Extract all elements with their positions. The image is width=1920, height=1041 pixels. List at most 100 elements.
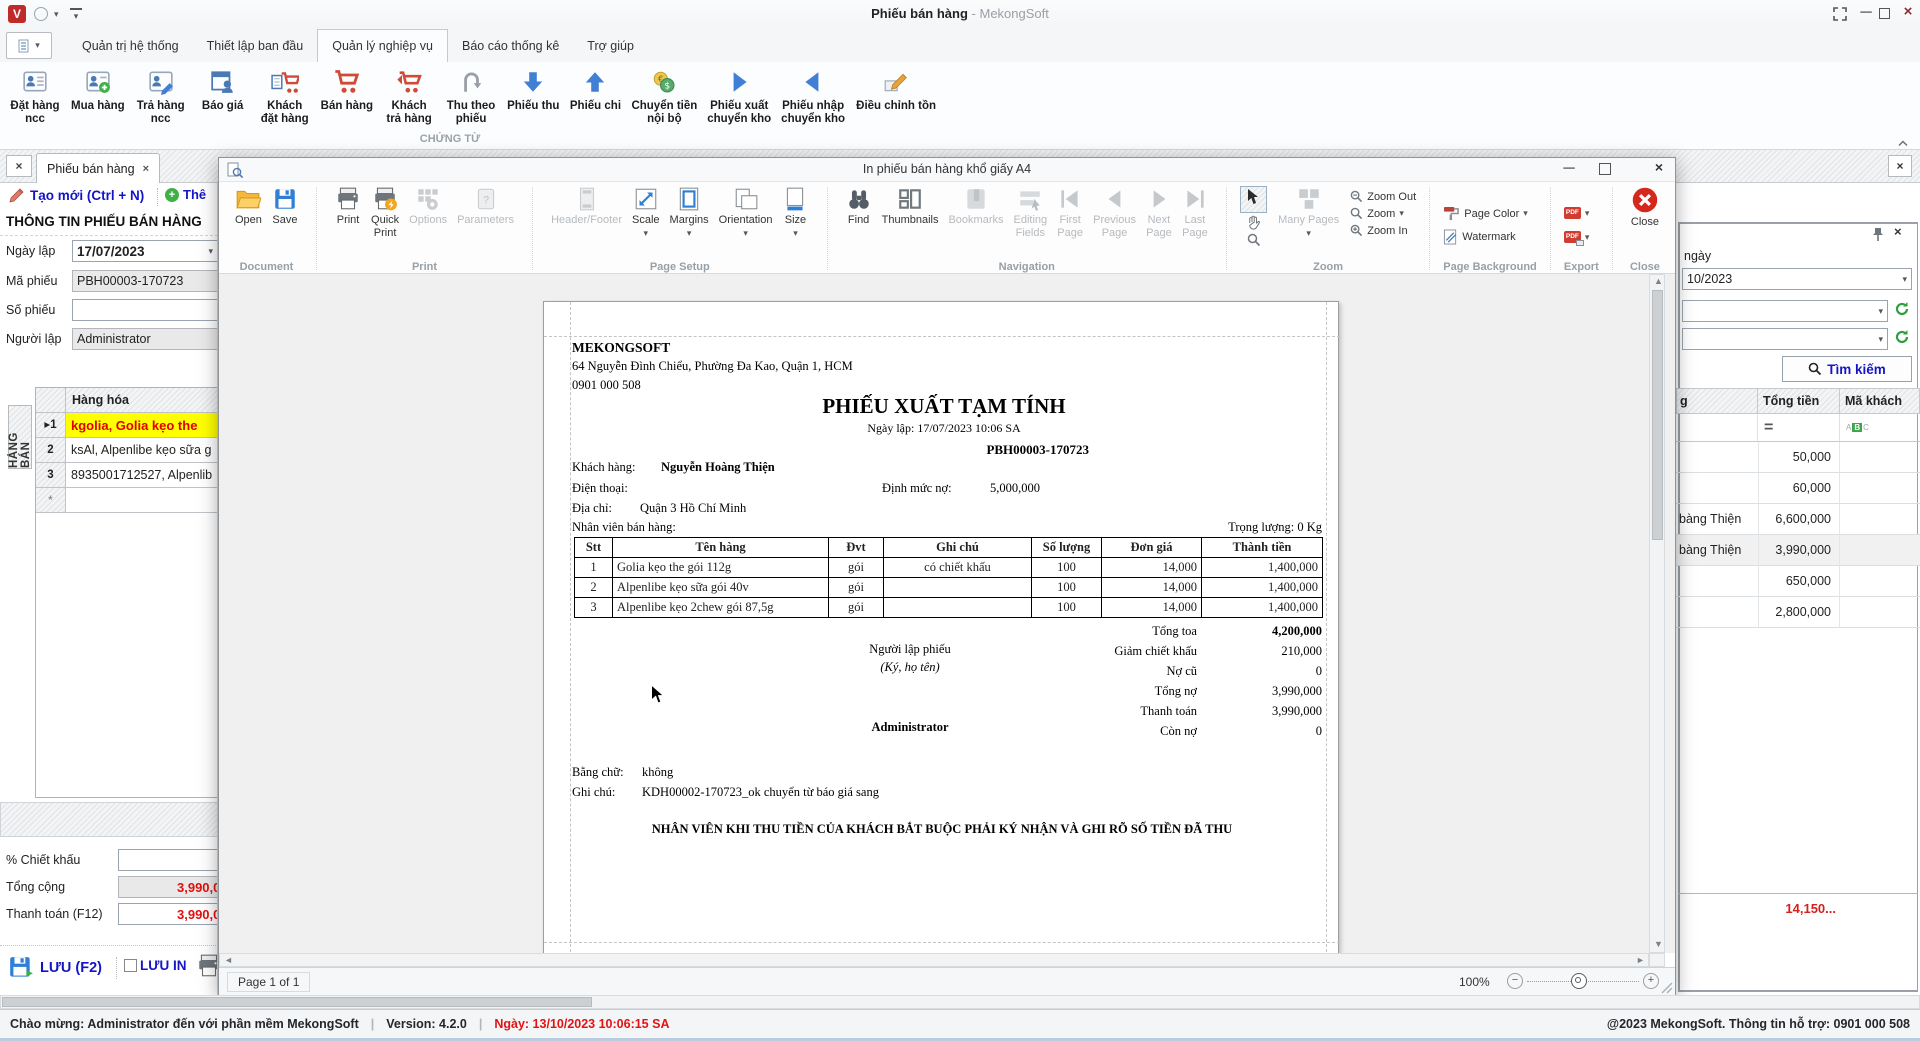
tab-bao-cao-thong-ke[interactable]: Báo cáo thống kê [448,29,573,62]
side-tab-hang-ban[interactable]: HÀNG BÁN [8,405,32,469]
rp-row-total[interactable]: 60,000 [1758,473,1840,504]
grid-row-3[interactable]: 8935001712527, Alpenlib [66,463,218,488]
rp-row-name[interactable] [1676,597,1758,628]
date-combo[interactable]: 17/07/2023 ▾ [72,240,218,262]
tab-quan-tri-he-thong[interactable]: Quản trị hệ thống [68,29,193,62]
print-button[interactable]: Print [330,184,366,229]
rp-filter-cell[interactable] [1676,414,1758,442]
rp-row-name[interactable] [1676,442,1758,473]
zoom-slider-thumb[interactable] [1571,973,1587,989]
scroll-down-icon[interactable]: ▼ [1654,940,1663,949]
ribbon-tra-hang-ncc[interactable]: Trả hàng ncc [130,64,192,126]
orientation-button[interactable]: Orientation▾ [714,184,778,240]
discount-field[interactable] [118,849,218,871]
ribbon-ban-hang[interactable]: Bán hàng [316,64,378,126]
ribbon-thu-theo-phieu[interactable]: Thu theo phiếu [440,64,502,126]
rp-filter-eq[interactable]: = [1758,414,1840,442]
rp-row-code[interactable] [1840,597,1920,628]
new-button[interactable]: Tạo mới (Ctrl + N) [8,187,144,204]
refresh-icon[interactable] [1894,301,1910,317]
dialog-maximize-button[interactable] [1599,163,1611,175]
preview-area[interactable]: MEKONGSOFT 64 Nguyễn Đình Chiểu, Phường … [219,274,1675,953]
ribbon-dieu-chinh-ton[interactable]: Điều chỉnh tồn [850,64,942,126]
scroll-up-icon[interactable]: ▲ [1654,277,1663,286]
grid-header[interactable]: Hàng hóa [66,388,218,413]
zoom-slider-minus[interactable]: − [1507,973,1523,989]
find-button[interactable]: Find [841,184,877,229]
dialog-minimize-button[interactable]: ─ [1554,160,1584,180]
export-document-button[interactable]: PDF▾ [1564,205,1590,222]
ribbon-chuyen-tien-noi-bo[interactable]: €$ Chuyển tiền nội bộ [626,64,702,126]
watermark-button[interactable]: Watermark [1443,228,1515,245]
scroll-thumb[interactable] [1652,290,1663,540]
dialog-close-button[interactable]: × [1644,159,1674,179]
rp-row-name[interactable]: bàng Thiện [1676,535,1758,566]
open-button[interactable]: Open [230,184,267,229]
chevron-down-icon[interactable]: ▾ [208,247,213,256]
ribbon-khach-tra-hang[interactable]: Khách trả hàng [378,64,440,126]
dialog-titlebar[interactable]: In phiếu bán hàng khổ giấy A4 ─ × [219,158,1675,182]
main-hscrollbar[interactable] [0,995,1920,1009]
close-button[interactable]: × [1898,3,1918,23]
grid-hscrollbar[interactable] [0,802,218,837]
grid-row-new[interactable] [66,488,218,513]
chevron-down-icon[interactable]: ▾ [1878,307,1883,316]
rp-row-total[interactable]: 650,000 [1758,566,1840,597]
hand-tool-icon[interactable] [1246,215,1261,231]
grid-row-2[interactable]: ksAl, Alpenlibe kẹo sữa g [66,438,218,463]
ribbon-phieu-chi[interactable]: Phiếu chi [564,64,626,126]
resize-grip-icon[interactable] [1661,982,1673,994]
thumbnails-button[interactable]: Thumbnails [877,184,944,229]
doc-tab-close-icon[interactable]: × [143,163,149,175]
printer-icon[interactable] [196,953,218,979]
rp-grid-header-total[interactable]: Tổng tiền [1758,388,1840,414]
filter-combo-2[interactable]: ▾ [1682,328,1888,350]
tabstrip-close-icon[interactable]: × [6,155,32,177]
preview-hscrollbar[interactable]: ◄ ► [219,953,1649,967]
add-button[interactable]: + Thê [165,187,206,202]
save-print-checkbox[interactable] [124,959,137,972]
rp-row-code[interactable] [1840,473,1920,504]
rp-grid-header[interactable]: g [1676,388,1758,414]
rp-row-code[interactable] [1840,442,1920,473]
save-button[interactable]: LƯU (F2) [8,955,102,981]
number-field[interactable] [72,299,218,321]
ribbon-phieu-thu[interactable]: Phiếu thu [502,64,564,126]
rp-row-total[interactable]: 2,800,000 [1758,597,1840,628]
fullscreen-icon[interactable] [1833,7,1847,26]
save-button[interactable]: Save [267,184,303,229]
zoom-button[interactable]: Zoom▾ [1350,205,1416,222]
rp-row-total[interactable]: 6,600,000 [1758,504,1840,535]
ribbon-phieu-nhap-chuyen-kho[interactable]: Phiếu nhập chuyển kho [776,64,850,126]
tabstrip-right-close-icon[interactable]: × [1888,155,1912,177]
rp-row-code[interactable] [1840,535,1920,566]
rp-row-code[interactable] [1840,504,1920,535]
tab-quan-ly-nghiep-vu[interactable]: Quản lý nghiệp vụ [317,29,448,62]
date-filter-combo[interactable]: 10/2023 ▾ [1682,268,1912,290]
rp-grid-header-code[interactable]: Mã khách [1840,388,1920,414]
app-menu-button[interactable]: ▾ [6,32,52,59]
ribbon-bao-gia[interactable]: Báo giá [192,64,254,126]
panel-close-icon[interactable]: × [1894,224,1902,239]
zoom-in-button[interactable]: Zoom In [1350,222,1416,239]
minimize-button[interactable]: ─ [1856,4,1876,24]
rp-filter-abc[interactable]: ABC [1840,414,1920,442]
ribbon-khach-dat-hang[interactable]: Khách đặt hàng [254,64,316,126]
ribbon-mua-hang[interactable]: Mua hàng [66,64,130,126]
scroll-left-icon[interactable]: ◄ [224,956,233,965]
search-button[interactable]: Tìm kiếm [1782,356,1912,382]
zoom-out-button[interactable]: Zoom Out [1350,188,1416,205]
grid-row-1[interactable]: kgolia, Golia kẹo the [66,413,218,438]
preview-vscrollbar[interactable]: ▲ ▼ [1649,274,1665,953]
tab-thiet-lap-ban-dau[interactable]: Thiết lập ban đầu [193,29,318,62]
tab-tro-giup[interactable]: Trợ giúp [573,29,648,62]
scale-button[interactable]: Scale▾ [627,184,665,240]
rp-row-name[interactable] [1676,566,1758,597]
quick-print-button[interactable]: Quick Print [366,184,404,241]
ribbon-phieu-xuat-chuyen-kho[interactable]: Phiếu xuất chuyển kho [702,64,776,126]
zoom-select-icon[interactable] [1247,233,1261,247]
rp-row-code[interactable] [1840,566,1920,597]
export-email-button[interactable]: PDF▾ [1564,229,1590,246]
zoom-slider-plus[interactable]: + [1643,973,1659,989]
page-color-button[interactable]: Page Color▾ [1443,205,1528,222]
